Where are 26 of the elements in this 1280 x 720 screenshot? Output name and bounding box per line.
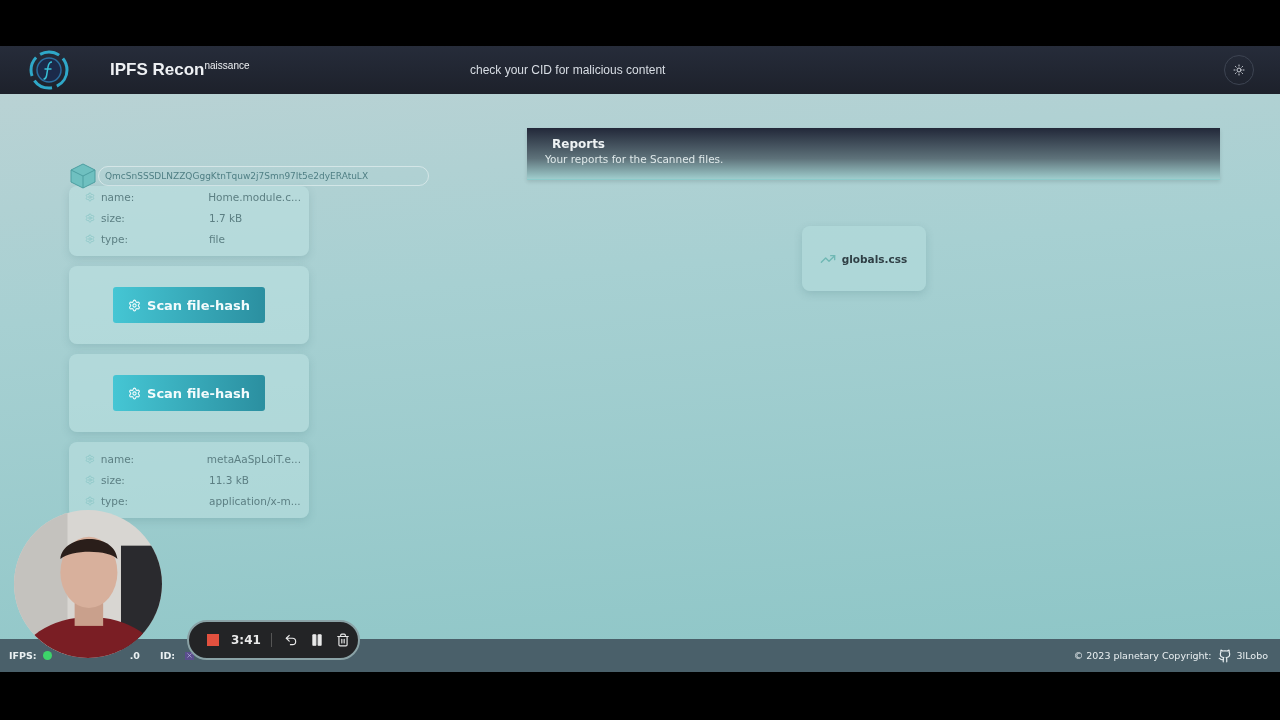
tagline: check your CID for malicious content: [470, 63, 667, 77]
field-value: 1.7 kB: [209, 211, 243, 224]
field-label: size:: [101, 473, 126, 486]
ipfs-label: IFPS:: [9, 650, 37, 661]
copyright: © 2023 planetary Copyright:: [1073, 650, 1212, 661]
field-label: type:: [101, 232, 129, 245]
report-card[interactable]: globals.css: [801, 226, 926, 291]
field-value: application/x-m...: [209, 494, 301, 507]
peer-count: .0: [129, 650, 140, 661]
field-value: metaAaSpLoiT.e...: [206, 452, 301, 465]
report-name: globals.css: [841, 252, 908, 265]
reports-subtitle: Your reports for the Scanned files.: [545, 153, 725, 165]
field-label: name:: [100, 190, 136, 203]
field-label: size:: [101, 211, 126, 224]
recording-time: 3:41: [231, 633, 272, 647]
scan-button[interactable]: Scan file-hash: [113, 375, 265, 411]
field-value: file: [209, 232, 225, 245]
field-label: name:: [100, 452, 136, 465]
github-link[interactable]: 3lLobo: [1236, 650, 1268, 661]
id-label: ID:: [159, 650, 176, 661]
field-value: Home.module.c...: [208, 190, 301, 203]
field-value: 11.3 kB: [209, 473, 249, 486]
app-title: IPFS Recon$^{naissance}$: [110, 60, 251, 80]
reports-title: Reports: [552, 137, 606, 151]
field-label: type:: [101, 494, 129, 507]
scan-button[interactable]: Scan file-hash: [113, 287, 265, 323]
